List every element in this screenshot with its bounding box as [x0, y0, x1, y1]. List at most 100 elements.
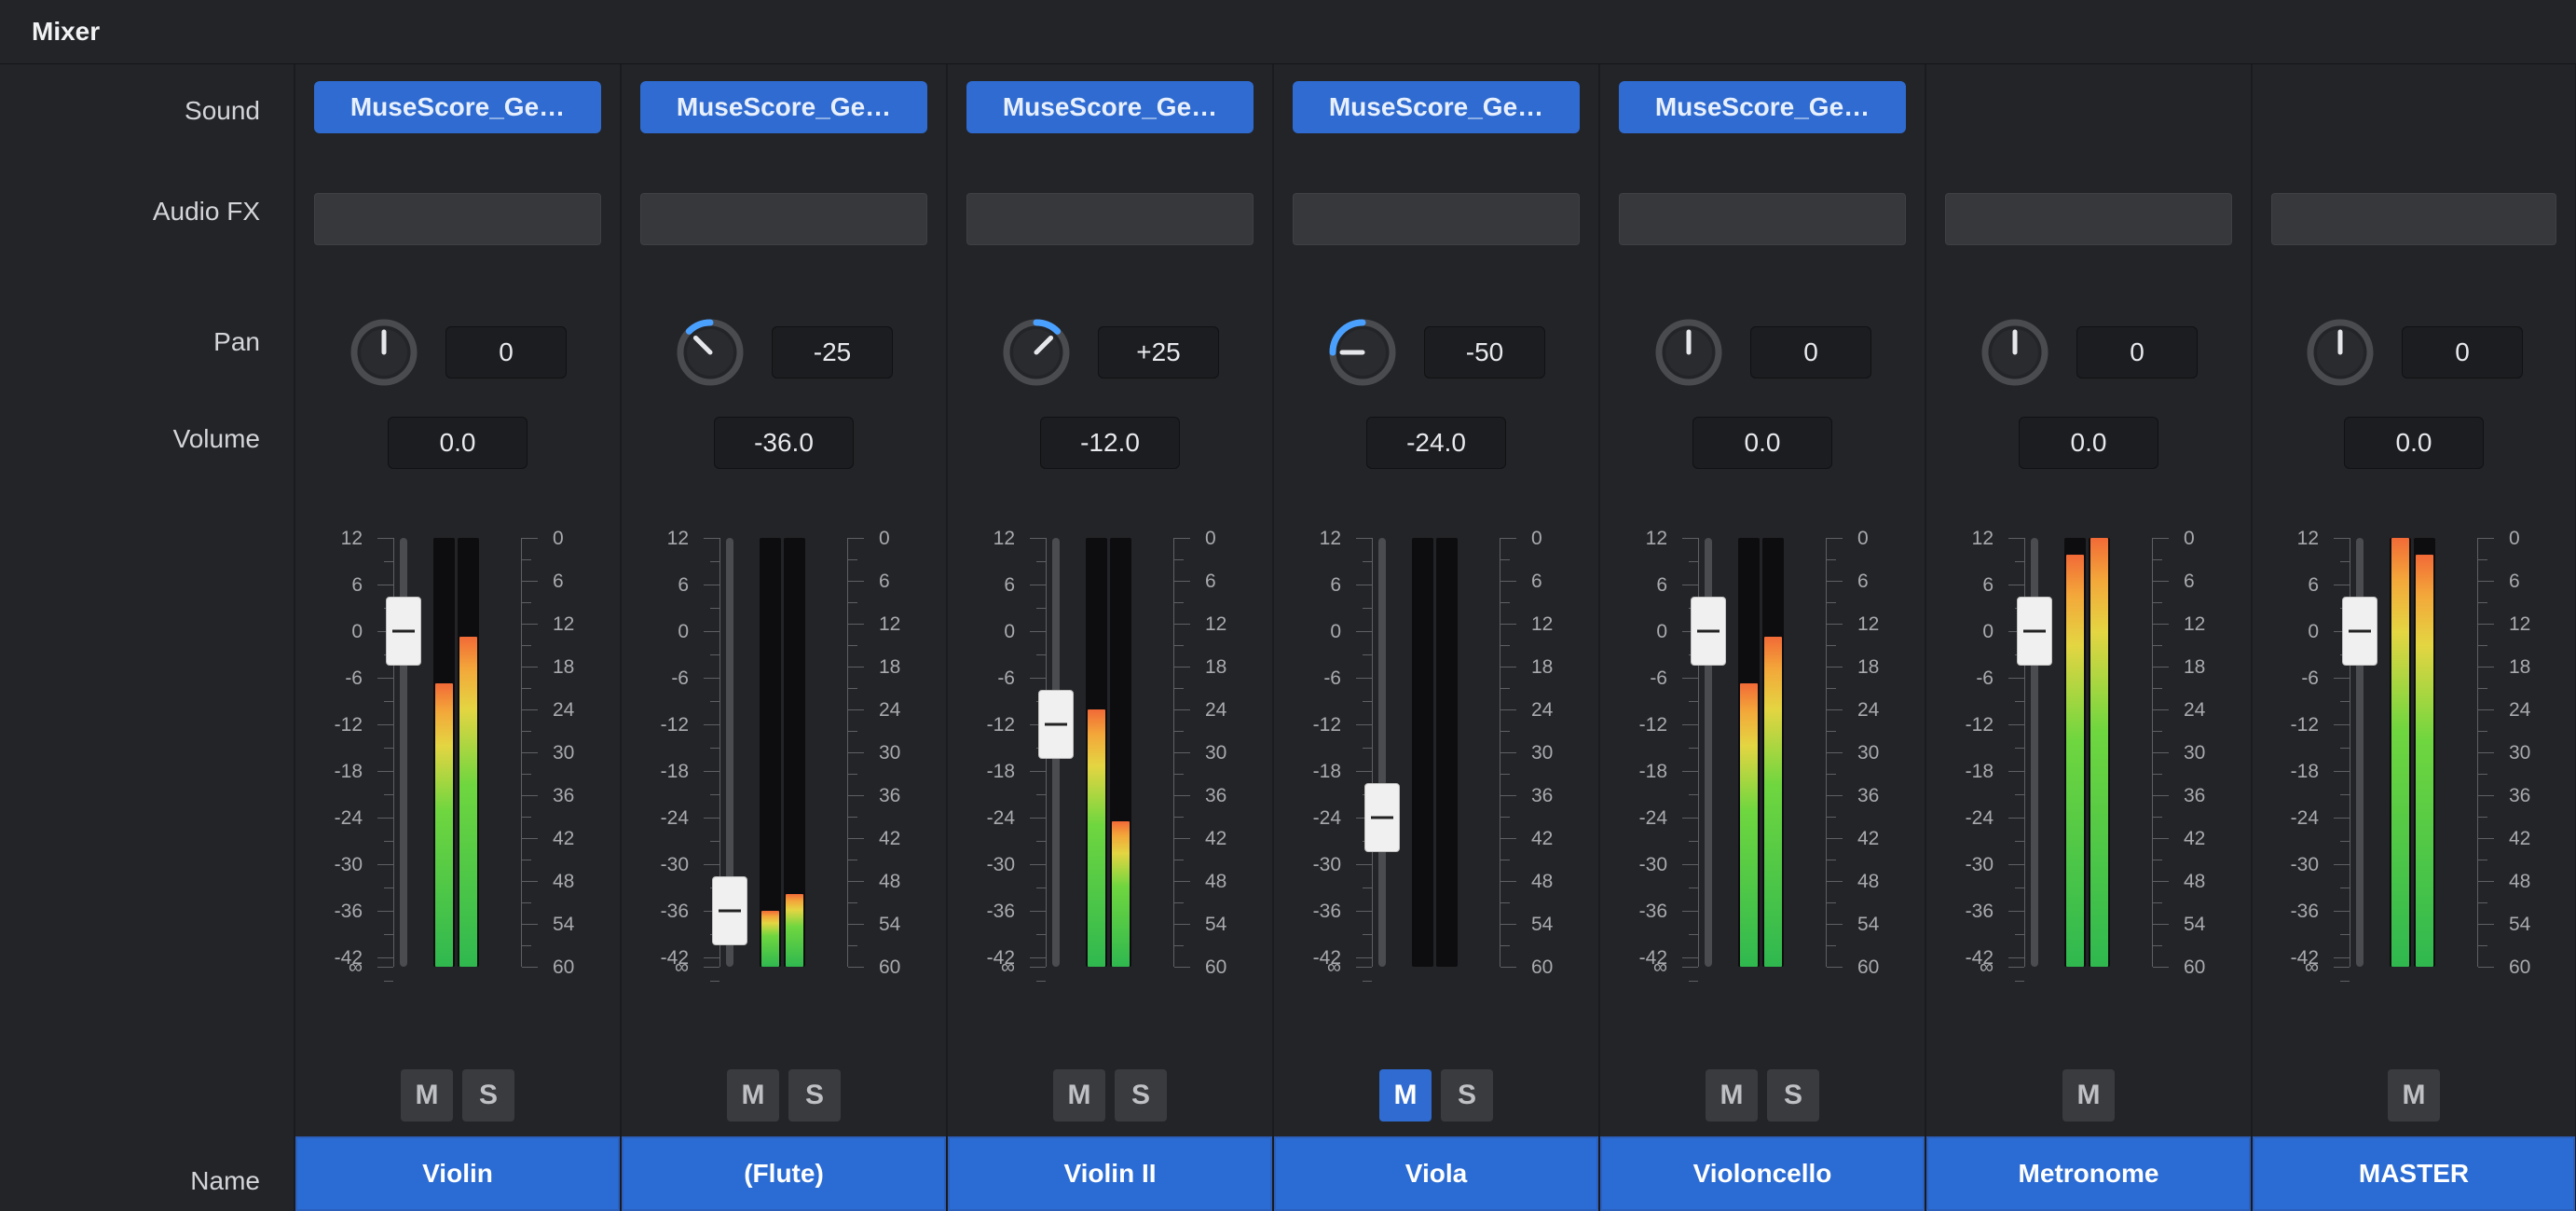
- sound-slot[interactable]: MuseScore_Ge…: [1619, 81, 1906, 133]
- solo-button[interactable]: S: [1441, 1069, 1493, 1122]
- pan-value[interactable]: +25: [1098, 326, 1219, 378]
- channel-name[interactable]: Violoncello: [1600, 1136, 1925, 1211]
- meter-scale-right-label: 30: [553, 743, 597, 763]
- fader-scale-left-label: -18: [318, 762, 363, 781]
- fader-scale-left-label: 6: [318, 575, 363, 595]
- meter-scale-right-label: 54: [2184, 915, 2228, 934]
- meter-scale-right-label: 6: [1205, 571, 1250, 591]
- meter-channel-right: [1762, 538, 1784, 967]
- pan-value[interactable]: 0: [445, 326, 567, 378]
- volume-value[interactable]: -12.0: [1040, 417, 1180, 469]
- meter-scale-right-label: 24: [1205, 700, 1250, 720]
- meter-scale-right-label: 42: [553, 829, 597, 848]
- meter-scale-right-label: 0: [2509, 529, 2554, 548]
- pan-value[interactable]: 0: [2076, 326, 2198, 378]
- solo-button[interactable]: S: [462, 1069, 514, 1122]
- audio-fx-slot[interactable]: [2271, 193, 2556, 245]
- audio-fx-slot[interactable]: [640, 193, 927, 245]
- channel-name[interactable]: Viola: [1274, 1136, 1598, 1211]
- fader-scale-left-label: -18: [644, 762, 689, 781]
- pan-value[interactable]: -25: [772, 326, 893, 378]
- fader-scale-left-label: -30: [1623, 855, 1667, 874]
- mixer-channel-violin2: MuseScore_Ge… +25 -12.0 1260-6-12-18-24-…: [946, 64, 1272, 1211]
- fader-thumb[interactable]: [2342, 597, 2377, 666]
- volume-value[interactable]: 0.0: [2019, 417, 2158, 469]
- pan-value[interactable]: -50: [1424, 326, 1545, 378]
- meter-scale-right-label: 0: [1531, 529, 1576, 548]
- meter-scale-right-label: 12: [1531, 614, 1576, 634]
- sound-slot[interactable]: MuseScore_Ge…: [640, 81, 927, 133]
- fader-scale-left-label: 0: [970, 622, 1015, 641]
- pan-knob[interactable]: [349, 317, 419, 388]
- pan-knob[interactable]: [1980, 317, 2050, 388]
- meter-scale-right-label: 18: [1531, 657, 1576, 677]
- mute-button[interactable]: M: [2062, 1069, 2115, 1122]
- volume-value[interactable]: -36.0: [714, 417, 854, 469]
- solo-button[interactable]: S: [1767, 1069, 1819, 1122]
- mixer-channel-flute: MuseScore_Ge… -25 -36.0 1260-6-12-18-24-…: [620, 64, 946, 1211]
- pan-knob[interactable]: [675, 317, 746, 388]
- volume-value[interactable]: 0.0: [388, 417, 528, 469]
- fader-scale-left-label: -12: [644, 715, 689, 735]
- pan-knob[interactable]: [2305, 317, 2376, 388]
- fader-scale-left-label: 0: [1949, 622, 1994, 641]
- audio-fx-slot[interactable]: [314, 193, 601, 245]
- audio-fx-slot[interactable]: [966, 193, 1254, 245]
- row-label-volume: Volume: [0, 400, 294, 454]
- mute-button[interactable]: M: [401, 1069, 453, 1122]
- meter-scale-right-label: 6: [553, 571, 597, 591]
- pan-knob[interactable]: [1653, 317, 1724, 388]
- fader-thumb[interactable]: [1691, 597, 1726, 666]
- sound-slot[interactable]: MuseScore_Ge…: [966, 81, 1254, 133]
- fader-scale-left-label: -36: [2274, 901, 2319, 921]
- meter-scale-right-label: 24: [1857, 700, 1902, 720]
- fader-scale-left-label: -6: [644, 668, 689, 688]
- volume-value[interactable]: 0.0: [1692, 417, 1832, 469]
- fader-thumb[interactable]: [1038, 690, 1074, 759]
- channel-name[interactable]: Violin: [295, 1136, 620, 1211]
- pan-knob[interactable]: [1001, 317, 1072, 388]
- pan-knob[interactable]: [1327, 317, 1398, 388]
- fader-thumb[interactable]: [386, 597, 421, 666]
- mute-button[interactable]: M: [727, 1069, 779, 1122]
- meter-channel-left: [2390, 538, 2411, 967]
- solo-button[interactable]: S: [788, 1069, 841, 1122]
- mute-button[interactable]: M: [2388, 1069, 2440, 1122]
- meter-scale-right-label: 18: [2509, 657, 2554, 677]
- audio-fx-slot[interactable]: [1293, 193, 1580, 245]
- solo-button[interactable]: S: [1115, 1069, 1167, 1122]
- meter-scale-right-label: 0: [553, 529, 597, 548]
- meter-scale-right-label: 12: [553, 614, 597, 634]
- fader-thumb[interactable]: [2017, 597, 2052, 666]
- audio-fx-slot[interactable]: [1945, 193, 2232, 245]
- meter-scale-right-label: 36: [2509, 786, 2554, 805]
- pan-value[interactable]: 0: [2402, 326, 2523, 378]
- fader-scale-left-label: 12: [2274, 529, 2319, 548]
- sound-slot[interactable]: MuseScore_Ge…: [1293, 81, 1580, 133]
- fader-track[interactable]: [1378, 538, 1386, 967]
- channel-name[interactable]: Metronome: [1926, 1136, 2251, 1211]
- volume-value[interactable]: -24.0: [1366, 417, 1506, 469]
- meter-scale-right-label: 24: [1531, 700, 1576, 720]
- mute-button[interactable]: M: [1706, 1069, 1758, 1122]
- channel-name[interactable]: (Flute): [622, 1136, 946, 1211]
- fader-thumb[interactable]: [1364, 783, 1400, 852]
- pan-value[interactable]: 0: [1750, 326, 1871, 378]
- fader-scale-left-label: ∞: [1296, 957, 1341, 977]
- channel-name[interactable]: MASTER: [2253, 1136, 2575, 1211]
- fader-scale-left-label: ∞: [970, 957, 1015, 977]
- fader-scale-left-label: -6: [318, 668, 363, 688]
- meter-channel-left: [1086, 538, 1107, 967]
- meter-scale-right-label: 12: [2184, 614, 2228, 634]
- meter-scale-right-label: 48: [553, 872, 597, 891]
- fader-scale-left-label: -36: [318, 901, 363, 921]
- meter-scale-right-label: 0: [2184, 529, 2228, 548]
- mute-button[interactable]: M: [1379, 1069, 1432, 1122]
- audio-fx-slot[interactable]: [1619, 193, 1906, 245]
- fader-thumb[interactable]: [712, 876, 747, 945]
- volume-value[interactable]: 0.0: [2344, 417, 2484, 469]
- mute-button[interactable]: M: [1053, 1069, 1105, 1122]
- sound-slot[interactable]: MuseScore_Ge…: [314, 81, 601, 133]
- meter-scale-right-label: 42: [1531, 829, 1576, 848]
- channel-name[interactable]: Violin II: [948, 1136, 1272, 1211]
